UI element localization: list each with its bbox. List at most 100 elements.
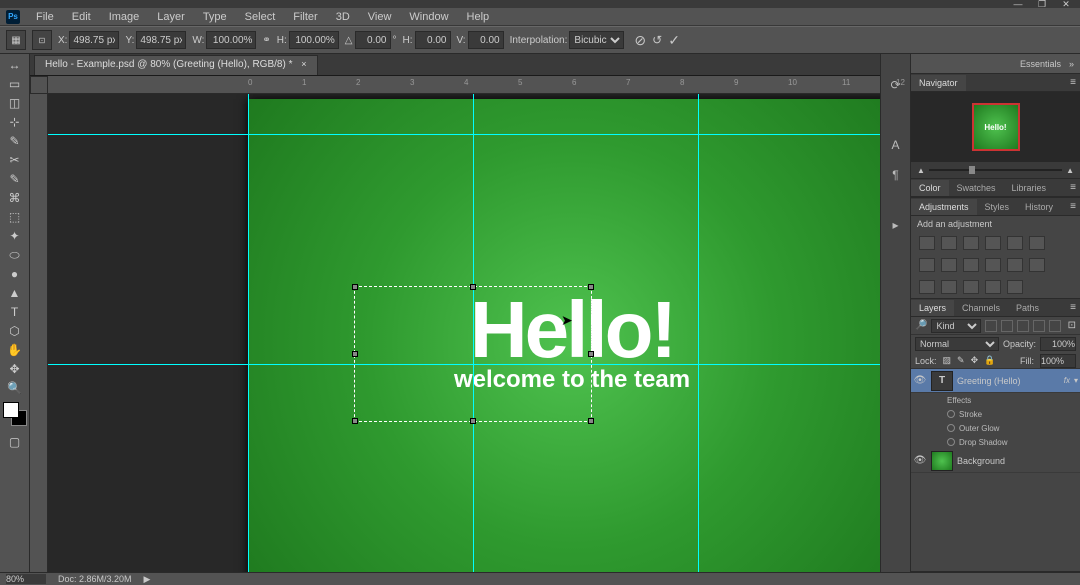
lock-transparency-icon[interactable]: ▨ <box>943 355 952 366</box>
rotate-view-tool[interactable]: ✥ <box>3 360 27 378</box>
lock-pixels-icon[interactable]: ✎ <box>957 355 965 366</box>
eraser-tool[interactable]: ⬭ <box>3 246 27 264</box>
move-tool[interactable]: ↔ <box>3 56 27 74</box>
filter-adjust-icon[interactable] <box>1001 320 1013 332</box>
color-swatches[interactable] <box>3 402 27 426</box>
menu-image[interactable]: Image <box>101 9 148 25</box>
link-wh-icon[interactable]: ⚭ <box>262 35 270 46</box>
tab-color[interactable]: Color <box>911 180 949 196</box>
filter-toggle-icon[interactable]: ⊡ <box>1068 320 1076 331</box>
window-maximize[interactable]: ❐ <box>1032 0 1052 8</box>
filter-smart-icon[interactable] <box>1049 320 1061 332</box>
effect-stroke[interactable]: Stroke <box>911 407 1080 421</box>
lock-position-icon[interactable]: ✥ <box>971 355 979 366</box>
panel-menu-icon[interactable]: ≡ <box>1066 201 1080 212</box>
guide-horizontal[interactable] <box>48 134 880 135</box>
effect-drop-shadow[interactable]: Drop Shadow <box>911 435 1080 449</box>
commit-transform-icon[interactable]: ✓ <box>668 32 680 49</box>
tab-libraries[interactable]: Libraries <box>1004 180 1055 196</box>
search-icon[interactable]: » <box>1069 59 1074 69</box>
layer-name[interactable]: Background <box>957 456 1078 466</box>
exposure-icon[interactable] <box>985 236 1001 250</box>
adj-icon[interactable] <box>1007 280 1023 294</box>
ruler-origin[interactable] <box>30 76 48 94</box>
quick-select-tool[interactable]: ⊹ <box>3 113 27 131</box>
workspace-label[interactable]: Essentials <box>1020 59 1061 69</box>
lock-all-icon[interactable]: 🔒 <box>984 355 995 366</box>
color-lookup-icon[interactable] <box>985 258 1001 272</box>
guide-vertical[interactable] <box>248 94 249 572</box>
ruler-horizontal[interactable]: 0 1 2 3 4 5 6 7 8 9 10 11 12 <box>48 76 880 94</box>
foreground-color-swatch[interactable] <box>3 402 19 418</box>
eyedropper-tool[interactable]: ✂ <box>3 151 27 169</box>
threshold-icon[interactable] <box>919 280 935 294</box>
effect-toggle-icon[interactable] <box>947 438 955 446</box>
panel-menu-icon[interactable]: ≡ <box>1066 302 1080 313</box>
zoom-tool[interactable]: 🔍 <box>3 379 27 397</box>
hand-tool[interactable]: ✋ <box>3 341 27 359</box>
tab-styles[interactable]: Styles <box>977 199 1018 215</box>
hue-icon[interactable] <box>1029 236 1045 250</box>
stamp-tool[interactable]: ⬚ <box>3 208 27 226</box>
menu-select[interactable]: Select <box>237 9 284 25</box>
menu-type[interactable]: Type <box>195 9 235 25</box>
gradient-map-icon[interactable] <box>941 280 957 294</box>
brightness-icon[interactable] <box>919 236 935 250</box>
effect-outer-glow[interactable]: Outer Glow <box>911 421 1080 435</box>
lasso-tool[interactable]: ◫ <box>3 94 27 112</box>
w-input[interactable] <box>206 31 256 49</box>
healing-tool[interactable]: ✎ <box>3 170 27 188</box>
history-brush-tool[interactable]: ✦ <box>3 227 27 245</box>
tab-layers[interactable]: Layers <box>911 300 954 316</box>
layer-row-background[interactable]: 👁 Background <box>911 449 1080 473</box>
levels-icon[interactable] <box>941 236 957 250</box>
menu-window[interactable]: Window <box>401 9 456 25</box>
doc-size-label[interactable]: Doc: 2.86M/3.20M <box>58 574 132 584</box>
menu-view[interactable]: View <box>360 9 400 25</box>
menu-filter[interactable]: Filter <box>285 9 325 25</box>
status-play-icon[interactable]: ▶ <box>144 574 151 585</box>
vibrance-icon[interactable] <box>1007 236 1023 250</box>
menu-edit[interactable]: Edit <box>64 9 99 25</box>
navigator-preview[interactable]: Hello! <box>911 92 1080 162</box>
brush-tool[interactable]: ⌘ <box>3 189 27 207</box>
selective-color-icon[interactable] <box>963 280 979 294</box>
effects-header[interactable]: Effects <box>911 393 1080 407</box>
panel-menu-icon[interactable]: ≡ <box>1066 182 1080 193</box>
shape-tool[interactable]: ⬡ <box>3 322 27 340</box>
invert-icon[interactable] <box>1007 258 1023 272</box>
transform-bounding-box[interactable] <box>354 286 592 422</box>
fill-input[interactable] <box>1040 354 1076 368</box>
guide-vertical[interactable] <box>698 94 699 572</box>
menu-help[interactable]: Help <box>459 9 498 25</box>
menu-file[interactable]: File <box>28 9 62 25</box>
curves-icon[interactable] <box>963 236 979 250</box>
layer-name[interactable]: Greeting (Hello) <box>957 376 1060 386</box>
adj-icon[interactable] <box>985 280 1001 294</box>
tab-navigator[interactable]: Navigator <box>911 75 966 91</box>
type-tool[interactable]: T <box>3 303 27 321</box>
tab-adjustments[interactable]: Adjustments <box>911 199 977 215</box>
window-minimize[interactable]: — <box>1008 0 1028 8</box>
paragraph-icon[interactable]: ¶ <box>885 164 907 186</box>
zoom-in-icon[interactable]: ▲ <box>1066 166 1074 175</box>
effect-toggle-icon[interactable] <box>947 410 955 418</box>
chevron-down-icon[interactable]: ▾ <box>1074 376 1078 385</box>
actions-icon[interactable]: ▸ <box>885 214 907 236</box>
pen-tool[interactable]: ▲ <box>3 284 27 302</box>
screen-mode-icon[interactable]: ▢ <box>3 433 27 451</box>
filter-icon[interactable]: 🔎 <box>915 320 927 331</box>
tab-swatches[interactable]: Swatches <box>949 180 1004 196</box>
blend-mode-select[interactable]: Normal <box>915 337 999 351</box>
tab-paths[interactable]: Paths <box>1008 300 1047 316</box>
bw-icon[interactable] <box>919 258 935 272</box>
canvas-area[interactable]: Hello! welcome to the team <box>48 94 880 572</box>
interpolation-select[interactable]: Bicubic <box>569 31 624 49</box>
panel-menu-icon[interactable]: ≡ <box>1066 77 1080 88</box>
reference-point-icon[interactable]: ⊡ <box>32 30 52 50</box>
filter-shape-icon[interactable] <box>1033 320 1045 332</box>
zoom-out-icon[interactable]: ▲ <box>917 166 925 175</box>
transform-icon[interactable]: ▦ <box>6 30 26 50</box>
x-input[interactable] <box>69 31 119 49</box>
zoom-input[interactable] <box>6 574 46 584</box>
